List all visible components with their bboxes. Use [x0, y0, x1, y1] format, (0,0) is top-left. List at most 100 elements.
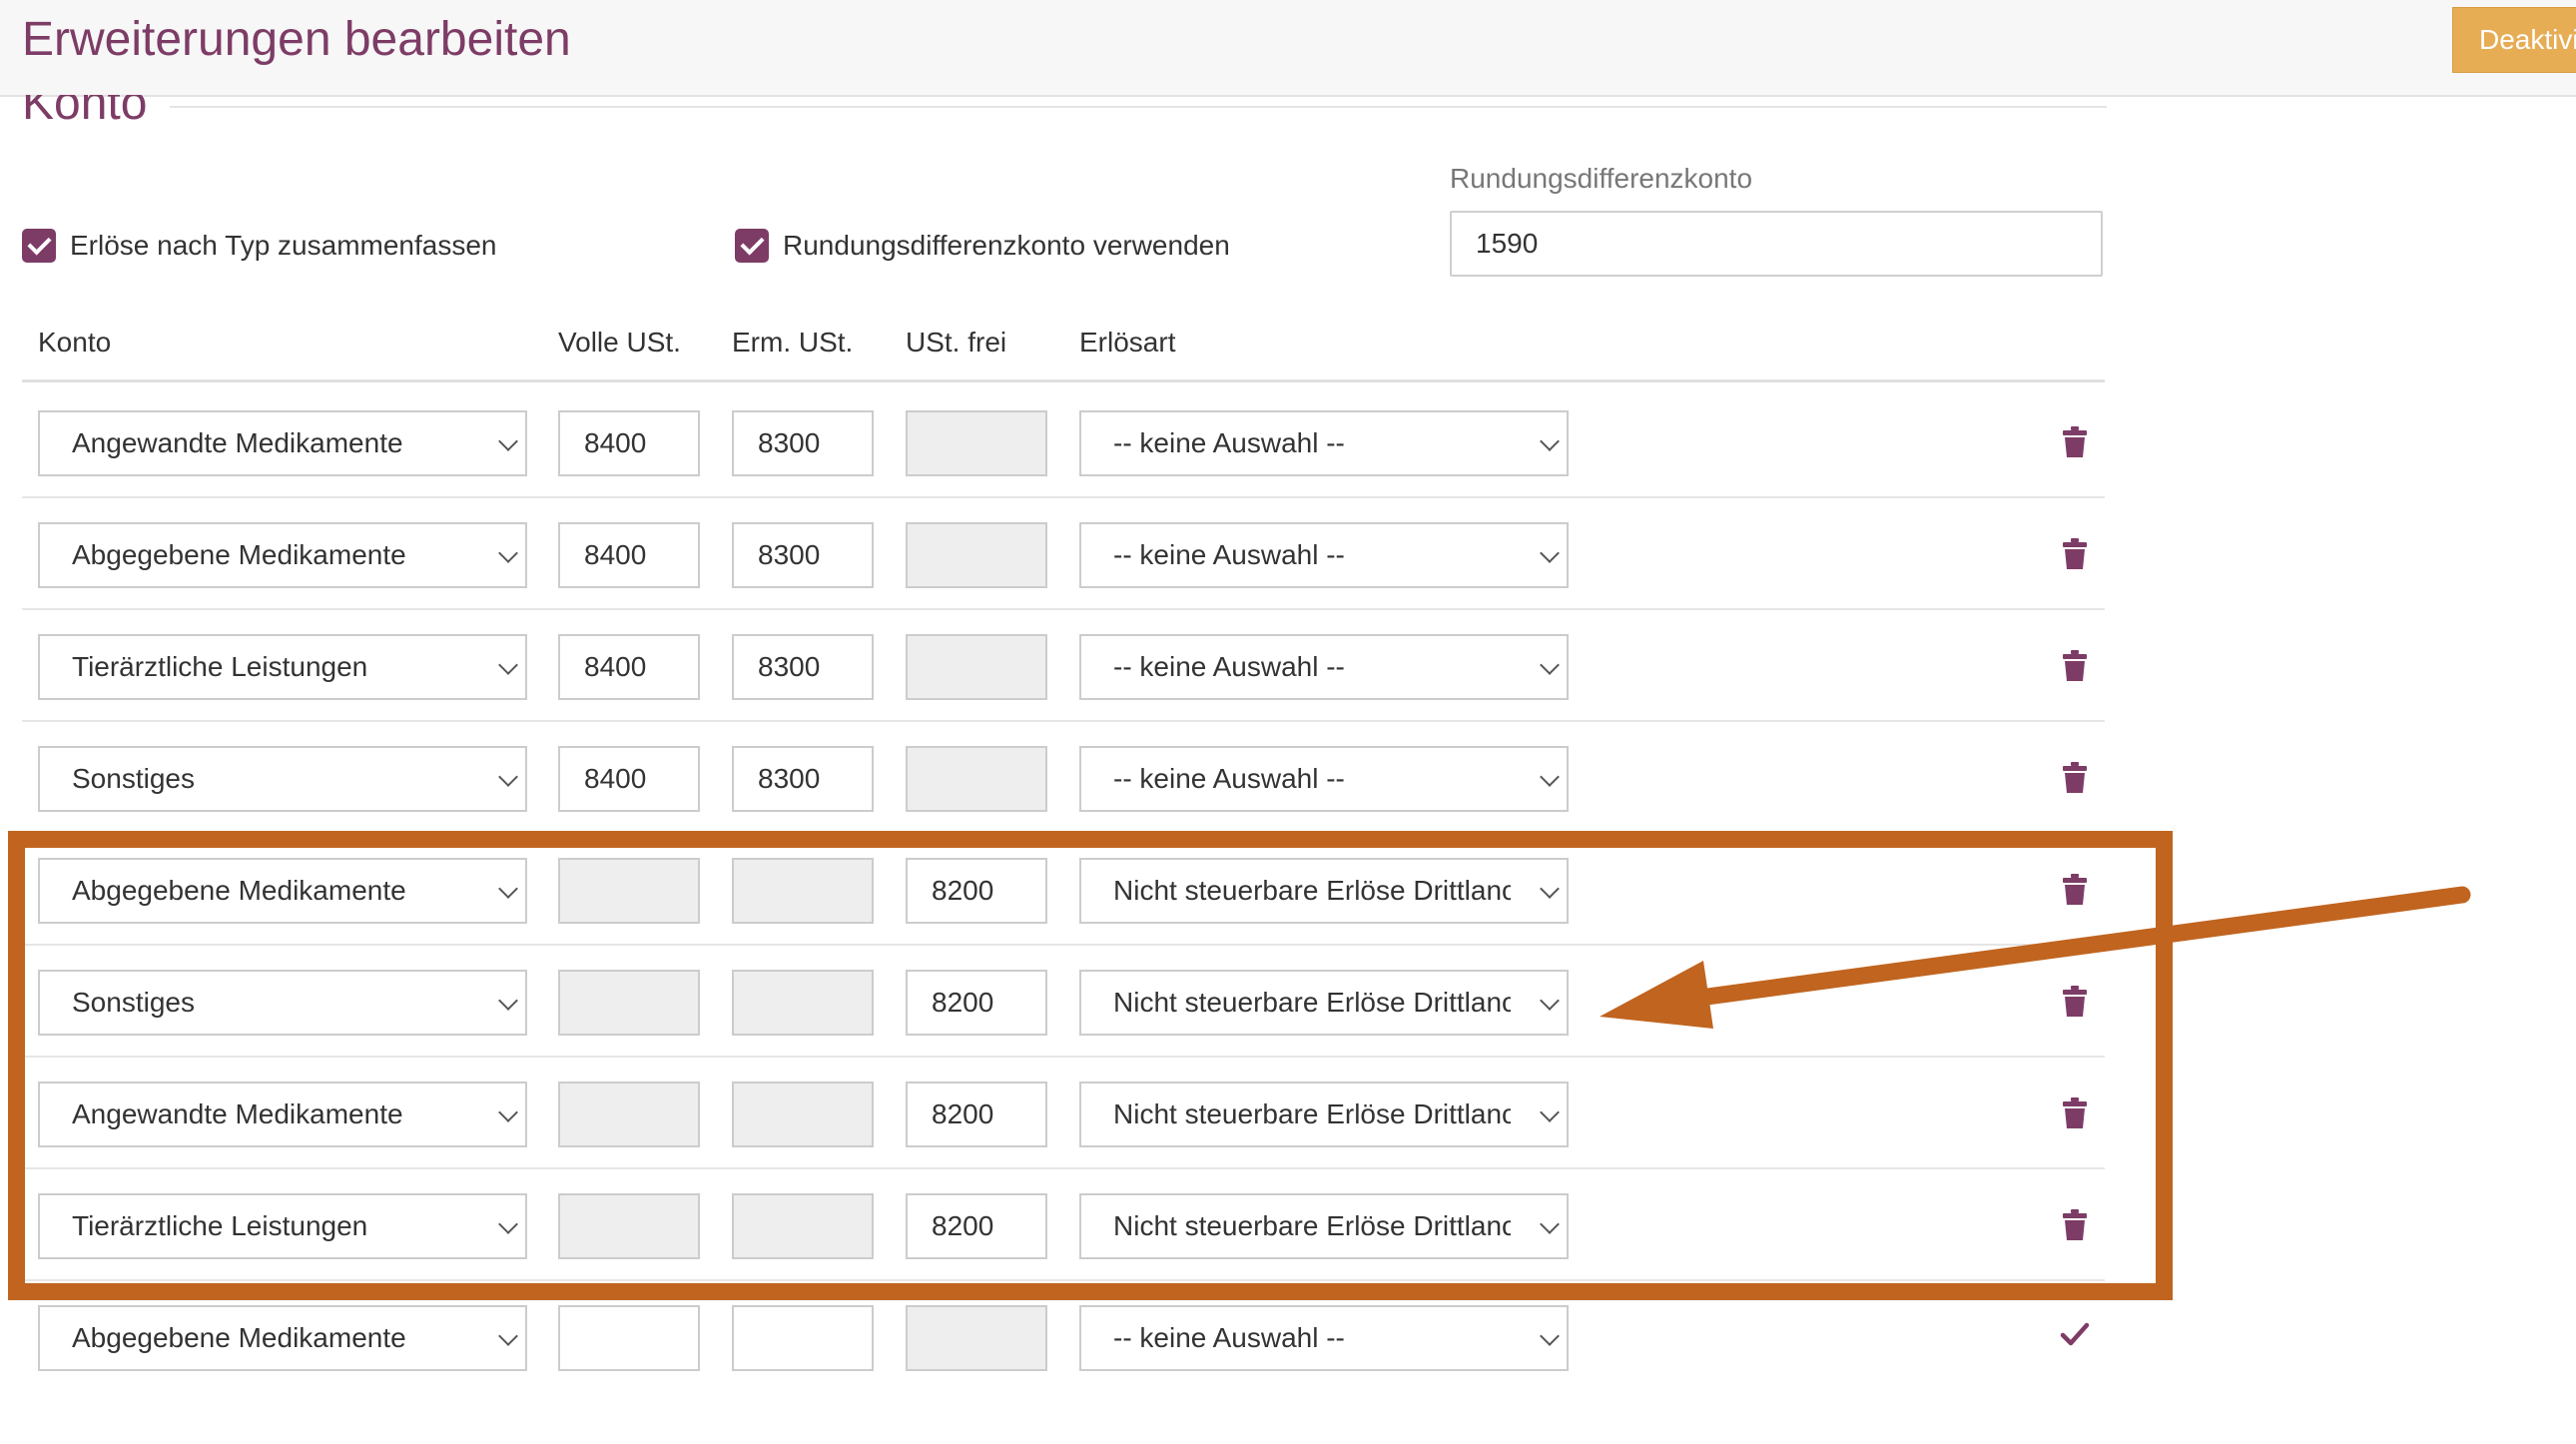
erloesart-select[interactable]: -- keine Auswahl -- [1079, 746, 1569, 812]
erm-ust-input[interactable] [732, 858, 874, 924]
erloesart-select-value: -- keine Auswahl -- [1113, 763, 1345, 794]
chevron-down-icon [498, 1102, 518, 1122]
new-account-row: Abgegebene Medikamente -- keine Auswahl -… [0, 1281, 2117, 1393]
chevron-down-icon [498, 1326, 518, 1346]
volle-ust-input[interactable] [558, 970, 700, 1036]
volle-ust-input[interactable]: 8400 [558, 634, 700, 700]
ust-frei-input[interactable] [906, 1305, 1047, 1371]
volle-ust-input[interactable] [558, 1305, 700, 1371]
chevron-down-icon [1540, 431, 1560, 451]
trash-icon[interactable] [2063, 650, 2087, 682]
konto-select-value: Sonstiges [72, 987, 195, 1018]
trash-icon[interactable] [2063, 986, 2087, 1018]
ust-frei-input[interactable] [906, 634, 1047, 700]
erloesart-select-value: Nicht steuerbare Erlöse Drittlanc [1113, 875, 1511, 906]
konto-select-value: Abgegebene Medikamente [72, 539, 406, 570]
account-row: Sonstiges 8200 Nicht steuerbare Erlöse Dri… [0, 946, 2117, 1058]
column-header-konto: Konto [38, 327, 112, 358]
konto-select[interactable]: Angewandte Medikamente [38, 1082, 527, 1147]
erloesart-select-value: -- keine Auswahl -- [1113, 1322, 1345, 1353]
trash-icon[interactable] [2063, 538, 2087, 570]
erloesart-select[interactable]: -- keine Auswahl -- [1079, 522, 1569, 588]
trash-icon[interactable] [2063, 426, 2087, 458]
trash-icon[interactable] [2063, 1097, 2087, 1129]
konto-select-value: Abgegebene Medikamente [72, 1322, 406, 1353]
erloesart-select[interactable]: -- keine Auswahl -- [1079, 410, 1569, 476]
column-header-volle-ust: Volle USt. [558, 327, 681, 358]
konto-select[interactable]: Angewandte Medikamente [38, 410, 527, 476]
chevron-down-icon [1540, 1214, 1560, 1234]
volle-ust-input[interactable]: 8400 [558, 746, 700, 812]
erloesart-select-value: -- keine Auswahl -- [1113, 427, 1345, 458]
trash-icon[interactable] [2063, 762, 2087, 794]
erm-ust-input[interactable] [732, 970, 874, 1036]
ust-frei-input[interactable]: 8200 [906, 1082, 1047, 1147]
konto-select-value: Sonstiges [72, 763, 195, 794]
section-title: Konto [22, 95, 148, 130]
trash-icon[interactable] [2063, 1209, 2087, 1241]
erm-ust-input[interactable]: 8300 [732, 522, 874, 588]
ust-frei-input[interactable]: 8200 [906, 1193, 1047, 1259]
konto-select[interactable]: Abgegebene Medikamente [38, 522, 527, 588]
chevron-down-icon [498, 1214, 518, 1234]
merge-checkbox[interactable] [22, 229, 56, 263]
erm-ust-input[interactable] [732, 1082, 874, 1147]
rounding-account-label: Rundungsdifferenzkonto [1450, 163, 1753, 194]
chevron-down-icon [498, 543, 518, 563]
konto-select[interactable]: Sonstiges [38, 746, 527, 812]
konto-select-value: Angewandte Medikamente [72, 1098, 403, 1129]
erm-ust-input[interactable]: 8300 [732, 410, 874, 476]
konto-select[interactable]: Abgegebene Medikamente [38, 858, 527, 924]
trash-icon[interactable] [2063, 874, 2087, 906]
rounding-account-input[interactable]: 1590 [1450, 211, 2103, 277]
konto-select[interactable]: Abgegebene Medikamente [38, 1305, 527, 1371]
konto-select[interactable]: Tierärztliche Leistungen [38, 1193, 527, 1259]
volle-ust-input[interactable] [558, 858, 700, 924]
ust-frei-input[interactable]: 8200 [906, 970, 1047, 1036]
volle-ust-input[interactable]: 8400 [558, 522, 700, 588]
chevron-down-icon [498, 655, 518, 675]
konto-select[interactable]: Tierärztliche Leistungen [38, 634, 527, 700]
deactivate-button[interactable]: Deaktivi [2452, 7, 2576, 73]
volle-ust-input[interactable] [558, 1082, 700, 1147]
chevron-down-icon [498, 879, 518, 899]
erm-ust-input[interactable] [732, 1193, 874, 1259]
rounding-checkbox[interactable] [735, 229, 769, 263]
merge-option[interactable]: Erlöse nach Typ zusammenfassen [22, 226, 496, 266]
chevron-down-icon [498, 767, 518, 787]
erm-ust-input[interactable] [732, 1305, 874, 1371]
volle-ust-input[interactable] [558, 1193, 700, 1259]
erloesart-select-value: -- keine Auswahl -- [1113, 651, 1345, 682]
rounding-option[interactable]: Rundungsdifferenzkonto verwenden [735, 226, 1230, 266]
chevron-down-icon [1540, 1326, 1560, 1346]
chevron-down-icon [1540, 767, 1560, 787]
erm-ust-input[interactable]: 8300 [732, 746, 874, 812]
checkmark-icon[interactable] [2060, 1319, 2090, 1349]
account-row: Angewandte Medikamente 8400 8300 -- keine A… [0, 386, 2117, 498]
merge-label: Erlöse nach Typ zusammenfassen [70, 230, 497, 261]
konto-select[interactable]: Sonstiges [38, 970, 527, 1036]
volle-ust-input[interactable]: 8400 [558, 410, 700, 476]
column-header-erm-ust: Erm. USt. [732, 327, 854, 358]
chevron-down-icon [1540, 879, 1560, 899]
erloesart-select[interactable]: Nicht steuerbare Erlöse Drittlanc [1079, 1193, 1569, 1259]
erloesart-select-value: -- keine Auswahl -- [1113, 539, 1345, 570]
erloesart-select[interactable]: -- keine Auswahl -- [1079, 1305, 1569, 1371]
chevron-down-icon [1540, 543, 1560, 563]
section-title-wrap: Konto [0, 95, 2576, 145]
erloesart-select[interactable]: Nicht steuerbare Erlöse Drittlanc [1079, 1082, 1569, 1147]
erloesart-select[interactable]: Nicht steuerbare Erlöse Drittlanc [1079, 858, 1569, 924]
chevron-down-icon [1540, 655, 1560, 675]
ust-frei-input[interactable] [906, 522, 1047, 588]
erm-ust-input[interactable]: 8300 [732, 634, 874, 700]
erloesart-select[interactable]: Nicht steuerbare Erlöse Drittlanc [1079, 970, 1569, 1036]
konto-select-value: Tierärztliche Leistungen [72, 1210, 368, 1241]
ust-frei-input[interactable]: 8200 [906, 858, 1047, 924]
account-row: Sonstiges 8400 8300 -- keine Auswahl -- [0, 722, 2117, 834]
konto-select-value: Angewandte Medikamente [72, 427, 403, 458]
chevron-down-icon [1540, 991, 1560, 1011]
ust-frei-input[interactable] [906, 746, 1047, 812]
konto-select-value: Tierärztliche Leistungen [72, 651, 368, 682]
ust-frei-input[interactable] [906, 410, 1047, 476]
erloesart-select[interactable]: -- keine Auswahl -- [1079, 634, 1569, 700]
